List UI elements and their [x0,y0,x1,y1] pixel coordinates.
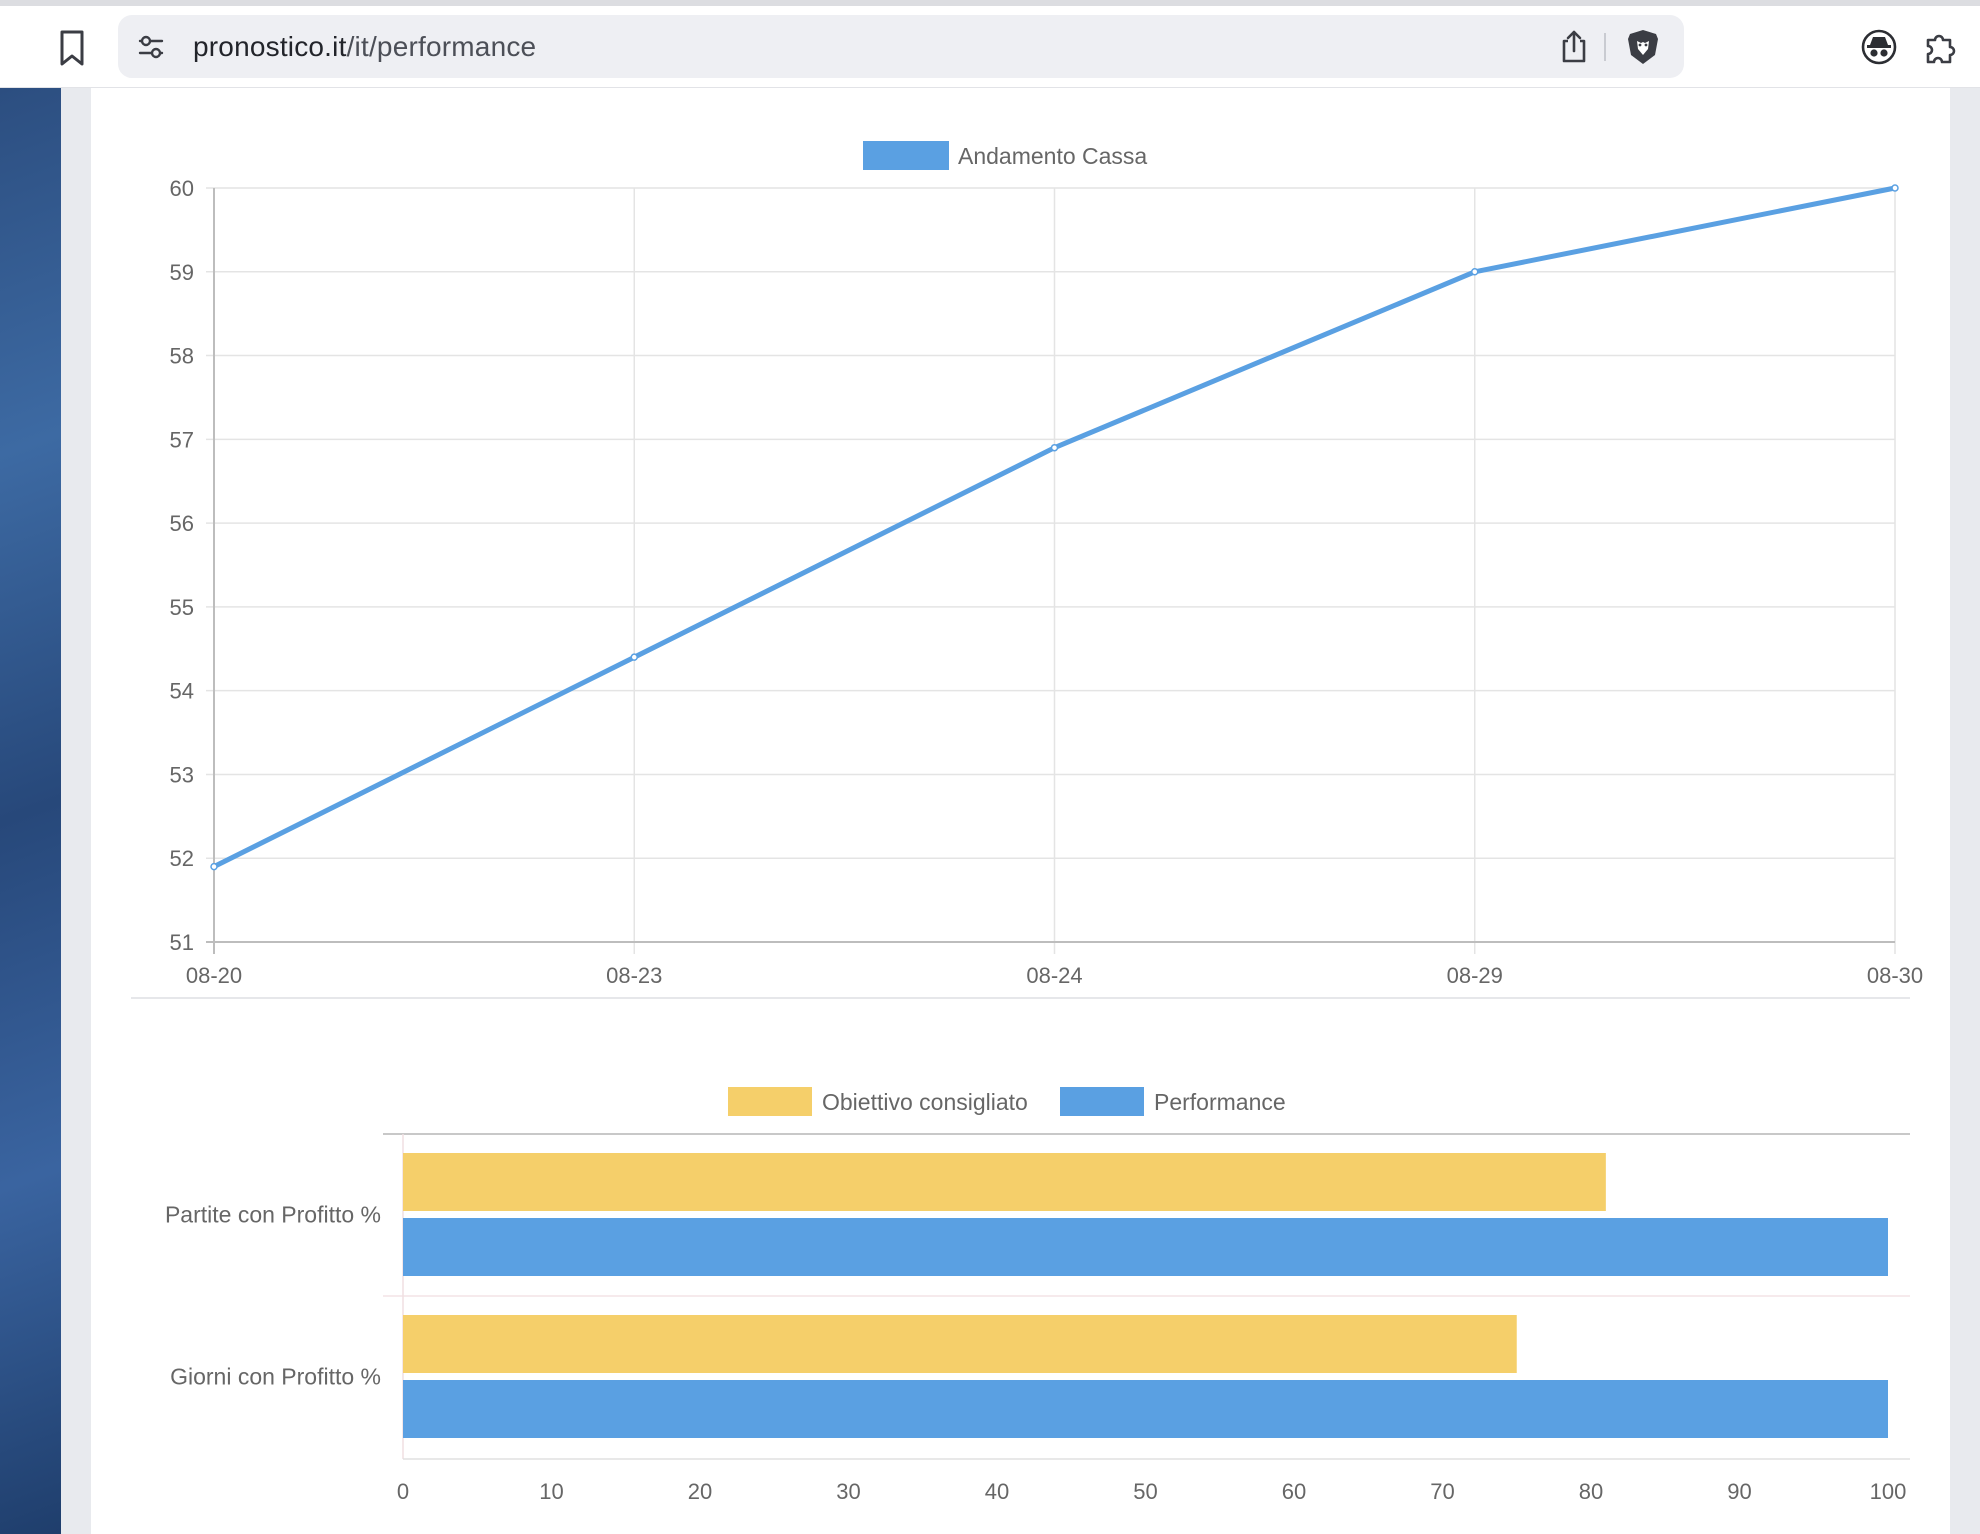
line-chart-y-tick-label: 56 [170,511,194,536]
line-point[interactable] [1891,184,1899,192]
bar-chart-x-tick-label: 20 [688,1479,712,1504]
legend-label-andamento-cassa: Andamento Cassa [958,143,1147,169]
bar-chart-y-axis: Partite con Profitto % Giorni con Profitt… [165,1202,381,1390]
bar-chart-x-tick-label: 40 [985,1479,1009,1504]
line-chart-x-tick-label: 08-20 [186,963,242,988]
line-chart-y-tick-label: 57 [170,427,194,452]
legend-swatch-performance [1060,1087,1144,1116]
line-chart-y-tick-label: 51 [170,930,194,955]
line-point[interactable] [1050,443,1059,452]
legend-swatch-obiettivo-consigliato [728,1087,812,1116]
bar-chart-x-tick-label: 80 [1579,1479,1603,1504]
bar-chart-x-tick-label: 90 [1727,1479,1751,1504]
line-chart-x-tick-label: 08-24 [1026,963,1082,988]
line-chart-x-tick-label: 08-30 [1867,963,1923,988]
bar-chart-category-label: Giorni con Profitto % [170,1364,381,1390]
line-chart-y-tick-label: 54 [170,679,194,704]
line-point[interactable] [210,862,218,871]
line-chart-legend: Andamento Cassa [863,141,1147,170]
bar-chart-x-tick-label: 10 [539,1479,563,1504]
legend-label-obiettivo-consigliato: Obiettivo consigliato [822,1089,1028,1115]
bar-chart-x-axis: 0 10 20 30 40 50 60 70 80 90 100 [397,1479,1906,1504]
line-point[interactable] [1471,268,1479,276]
line-chart-y-tick-label: 55 [170,595,194,620]
line-chart-x-tick-label: 08-23 [606,963,662,988]
legend-swatch-andamento-cassa [863,141,949,170]
bar-chart-x-tick-label: 30 [836,1479,860,1504]
bar-chart-x-tick-label: 100 [1870,1479,1907,1504]
bar-chart-x-tick-label: 0 [397,1479,409,1504]
bar-performance[interactable] [403,1218,1888,1276]
bar-chart: Partite con Profitto % Giorni con Profitt… [165,1087,1910,1504]
line-chart: 51525354555657585960 08-20 08-23 08-24 08-2… [131,141,1923,999]
bar-performance[interactable] [403,1380,1888,1438]
line-chart-y-tick-label: 53 [170,762,194,787]
bar-chart-x-tick-label: 60 [1282,1479,1306,1504]
bar-obiettivo-consigliato[interactable] [403,1153,1606,1211]
bar-obiettivo-consigliato[interactable] [403,1315,1517,1373]
charts-canvas: 51525354555657585960 08-20 08-23 08-24 08-2… [131,141,1923,1504]
line-chart-x-axis: 08-20 08-23 08-24 08-29 08-30 [186,963,1923,988]
line-point[interactable] [630,653,638,661]
line-chart-x-tick-label: 08-29 [1447,963,1503,988]
bar-chart-legend: Obiettivo consigliato Performance [728,1087,1286,1116]
line-chart-y-tick-label: 59 [170,260,194,285]
line-chart-y-tick-label: 60 [170,176,194,201]
line-chart-y-tick-label: 58 [170,344,194,369]
bar-chart-x-tick-label: 70 [1430,1479,1454,1504]
line-chart-y-axis: 51 52 53 54 55 56 57 58 59 60 [170,176,194,955]
line-chart-grid [206,187,1896,954]
line-chart-y-tick-label: 52 [170,846,194,871]
bar-chart-category-label: Partite con Profitto % [165,1202,381,1228]
legend-label-performance: Performance [1154,1089,1286,1115]
bar-chart-x-tick-label: 50 [1133,1479,1157,1504]
